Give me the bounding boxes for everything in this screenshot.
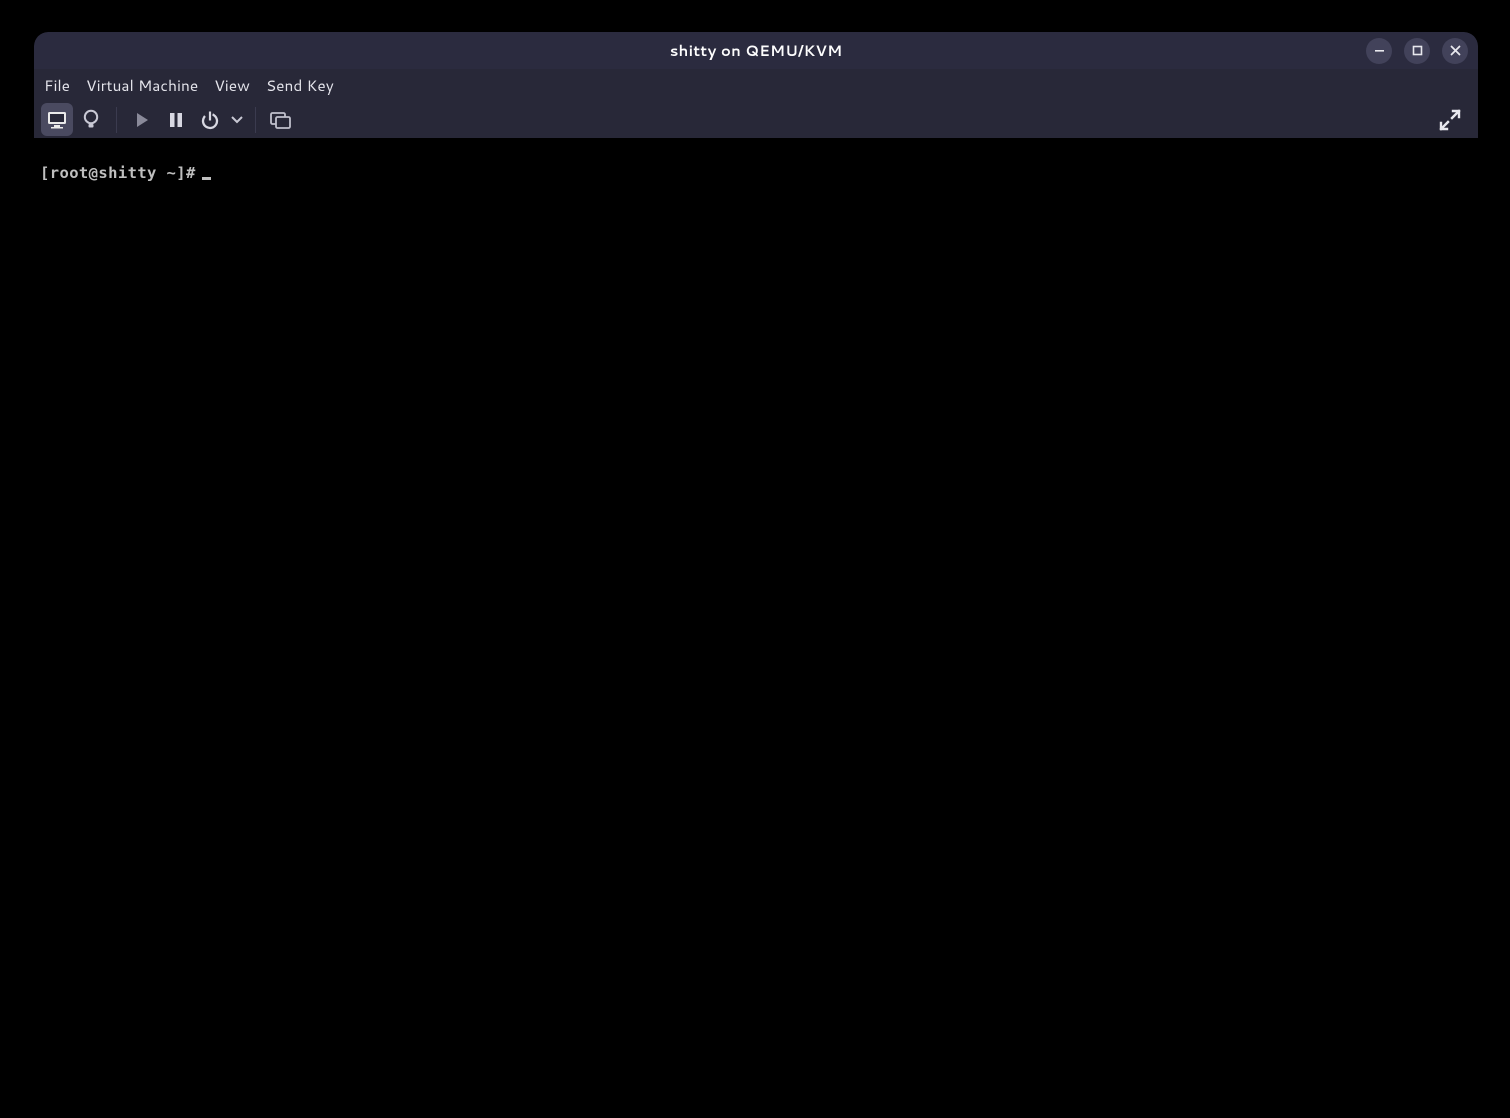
pause-icon: [168, 111, 184, 129]
details-view-button[interactable]: [75, 103, 107, 136]
vm-console[interactable]: [root@shitty ~]#: [34, 138, 1478, 1118]
play-icon: [133, 111, 151, 129]
menu-virtual-machine[interactable]: Virtual Machine: [86, 74, 198, 96]
window-title: shitty on QEMU/KVM: [670, 40, 843, 61]
shutdown-dropdown-button[interactable]: [227, 116, 247, 124]
maximize-button[interactable]: [1404, 38, 1430, 64]
menu-file[interactable]: File: [44, 74, 70, 96]
snapshot-icon: [270, 110, 292, 130]
fullscreen-button[interactable]: [1434, 103, 1466, 136]
window-controls: [1366, 38, 1468, 64]
text-cursor: [202, 177, 211, 180]
shell-prompt: [root@shitty ~]#: [40, 164, 196, 182]
snapshots-button[interactable]: [265, 103, 297, 136]
minimize-icon: [1374, 45, 1385, 56]
titlebar[interactable]: shitty on QEMU/KVM: [34, 32, 1478, 69]
maximize-icon: [1412, 45, 1423, 56]
fullscreen-icon: [1439, 109, 1461, 131]
vm-viewer-window: shitty on QEMU/KVM File Virtual Machine …: [34, 32, 1478, 1118]
lightbulb-icon: [82, 109, 100, 131]
menubar: File Virtual Machine View Send Key: [34, 69, 1478, 101]
console-view-button[interactable]: [41, 103, 73, 136]
chevron-down-icon: [231, 116, 243, 124]
view-mode-group: [40, 103, 108, 136]
power-group: [125, 103, 247, 136]
pause-button[interactable]: [160, 103, 192, 136]
console-icon: [46, 110, 68, 130]
menu-send-key[interactable]: Send Key: [266, 74, 334, 96]
shutdown-button[interactable]: [194, 103, 226, 136]
toolbar-separator: [255, 107, 256, 133]
toolbar: [34, 101, 1478, 138]
minimize-button[interactable]: [1366, 38, 1392, 64]
menu-view[interactable]: View: [214, 74, 250, 96]
close-icon: [1450, 45, 1461, 56]
power-icon: [200, 110, 220, 130]
close-button[interactable]: [1442, 38, 1468, 64]
run-button[interactable]: [126, 103, 158, 136]
toolbar-separator: [116, 107, 117, 133]
